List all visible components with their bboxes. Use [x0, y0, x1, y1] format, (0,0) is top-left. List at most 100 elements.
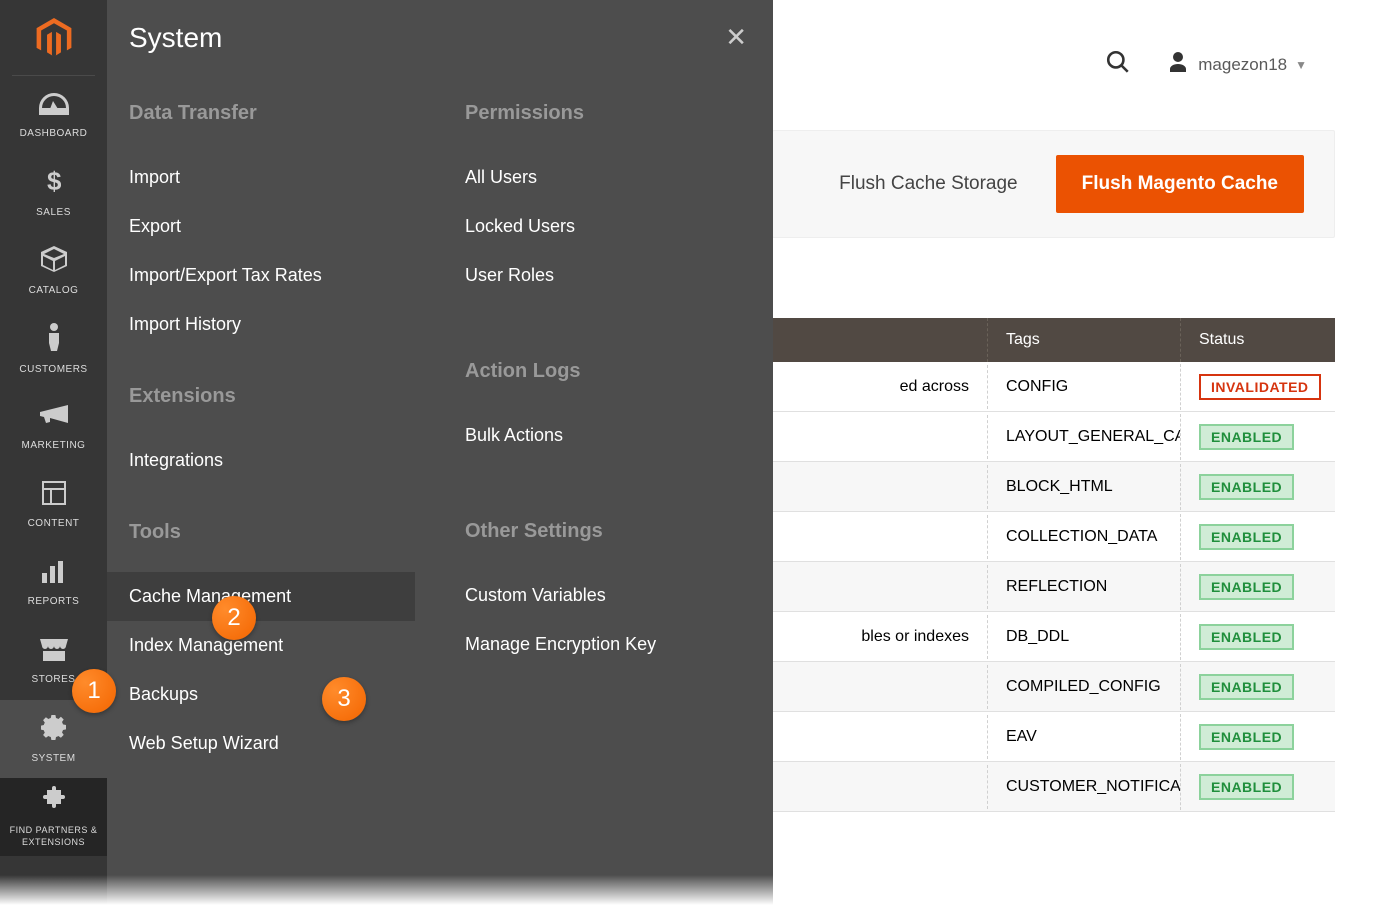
- search-icon[interactable]: [1105, 49, 1131, 82]
- link-backups[interactable]: Backups: [129, 670, 415, 719]
- svg-text:$: $: [47, 168, 61, 194]
- user-menu[interactable]: magezon18 ▼: [1166, 50, 1307, 80]
- cell-status: ENABLED: [1180, 664, 1335, 710]
- caret-down-icon: ▼: [1295, 58, 1307, 72]
- layout-icon: [42, 481, 66, 512]
- cell-desc: [772, 774, 987, 800]
- nav-label: CATALOG: [29, 285, 79, 296]
- status-badge: ENABLED: [1199, 624, 1294, 650]
- close-icon[interactable]: ✕: [721, 18, 751, 57]
- cell-tag: REFLECTION: [987, 565, 1180, 609]
- header-status[interactable]: Status: [1180, 318, 1335, 362]
- cell-status: ENABLED: [1180, 764, 1335, 810]
- nav-dashboard[interactable]: DASHBOARD: [0, 76, 107, 154]
- magento-logo[interactable]: [12, 0, 95, 76]
- nav-label: CUSTOMERS: [19, 364, 87, 375]
- cell-desc: [772, 474, 987, 500]
- link-import-export-tax[interactable]: Import/Export Tax Rates: [129, 251, 415, 300]
- cell-tag: EAV: [987, 715, 1180, 759]
- cell-tag: COLLECTION_DATA: [987, 515, 1180, 559]
- link-cache-management[interactable]: Cache Management: [107, 572, 415, 621]
- table-row[interactable]: CUSTOMER_NOTIFICATIONENABLED: [772, 762, 1335, 812]
- cell-desc: [772, 674, 987, 700]
- section-tools: Tools: [129, 521, 415, 544]
- flyout-title: System: [129, 22, 222, 54]
- table-row[interactable]: BLOCK_HTML ENABLED: [772, 462, 1335, 512]
- link-custom-variables[interactable]: Custom Variables: [465, 571, 751, 620]
- status-badge: ENABLED: [1199, 674, 1294, 700]
- nav-reports[interactable]: REPORTS: [0, 544, 107, 622]
- cell-status: ENABLED: [1180, 714, 1335, 760]
- nav-label: DASHBOARD: [20, 128, 88, 139]
- link-web-setup-wizard[interactable]: Web Setup Wizard: [129, 719, 415, 768]
- table-row[interactable]: EAVENABLED: [772, 712, 1335, 762]
- table-row[interactable]: COLLECTION_DATA ENABLED: [772, 512, 1335, 562]
- link-all-users[interactable]: All Users: [465, 153, 751, 202]
- section-action-logs: Action Logs: [465, 360, 751, 383]
- grid-header: Tags Status: [772, 318, 1335, 362]
- callout-1: 1: [72, 669, 116, 713]
- cell-desc: [772, 724, 987, 750]
- cell-desc: ed across: [772, 365, 987, 409]
- nav-label: CONTENT: [28, 518, 80, 529]
- link-user-roles[interactable]: User Roles: [465, 251, 751, 300]
- link-locked-users[interactable]: Locked Users: [465, 202, 751, 251]
- table-row[interactable]: COMPILED_CONFIG ENABLED: [772, 662, 1335, 712]
- status-badge: ENABLED: [1199, 474, 1294, 500]
- status-badge: ENABLED: [1199, 774, 1294, 800]
- link-import[interactable]: Import: [129, 153, 415, 202]
- nav-customers[interactable]: CUSTOMERS: [0, 310, 107, 388]
- cell-status: ENABLED: [1180, 514, 1335, 560]
- cell-desc: bles or indexes: [772, 615, 987, 659]
- cell-desc: [772, 574, 987, 600]
- cell-tag: COMPILED_CONFIG: [987, 665, 1180, 709]
- gear-icon: [41, 714, 67, 747]
- cell-status: ENABLED: [1180, 414, 1335, 460]
- nav-marketing[interactable]: MARKETING: [0, 388, 107, 466]
- cache-grid: Tags Status ed acrossCONFIG INVALIDATED LA…: [772, 318, 1335, 812]
- table-row[interactable]: LAYOUT_GENERAL_CACHE_TAGENABLED: [772, 412, 1335, 462]
- link-import-history[interactable]: Import History: [129, 300, 415, 349]
- table-row[interactable]: bles or indexesDB_DDLENABLED: [772, 612, 1335, 662]
- nav-find-partners[interactable]: FIND PARTNERS & EXTENSIONS: [0, 778, 107, 856]
- cell-status: ENABLED: [1180, 564, 1335, 610]
- dashboard-icon: [39, 91, 69, 122]
- cell-status: INVALIDATED: [1180, 364, 1335, 410]
- link-bulk-actions[interactable]: Bulk Actions: [465, 411, 751, 460]
- nav-content[interactable]: CONTENT: [0, 466, 107, 544]
- status-badge: ENABLED: [1199, 574, 1294, 600]
- nav-label: FIND PARTNERS & EXTENSIONS: [4, 825, 103, 848]
- link-integrations[interactable]: Integrations: [129, 436, 415, 485]
- cell-tag: BLOCK_HTML: [987, 465, 1180, 509]
- flush-magento-cache-button[interactable]: Flush Magento Cache: [1056, 155, 1304, 213]
- megaphone-icon: [40, 403, 68, 434]
- status-badge: ENABLED: [1199, 524, 1294, 550]
- system-flyout: System ✕ Data Transfer Import Export Imp…: [107, 0, 773, 905]
- table-row[interactable]: ed acrossCONFIG INVALIDATED: [772, 362, 1335, 412]
- nav-label: SALES: [36, 207, 71, 218]
- cell-tag: CONFIG: [987, 365, 1180, 409]
- section-permissions: Permissions: [465, 102, 751, 125]
- nav-sales[interactable]: $ SALES: [0, 154, 107, 232]
- flush-cache-storage-button[interactable]: Flush Cache Storage: [839, 173, 1018, 195]
- header-tags[interactable]: Tags: [987, 318, 1180, 362]
- chart-icon: [42, 559, 66, 590]
- puzzle-icon: [42, 785, 66, 819]
- status-badge: ENABLED: [1199, 424, 1294, 450]
- link-manage-encryption-key[interactable]: Manage Encryption Key: [465, 620, 751, 669]
- nav-label: STORES: [32, 674, 76, 685]
- box-icon: [41, 246, 67, 279]
- dollar-icon: $: [47, 168, 61, 201]
- table-row[interactable]: REFLECTION ENABLED: [772, 562, 1335, 612]
- username: magezon18: [1198, 55, 1287, 75]
- cell-status: ENABLED: [1180, 614, 1335, 660]
- status-badge: INVALIDATED: [1199, 374, 1321, 400]
- link-index-management[interactable]: Index Management: [129, 621, 415, 670]
- callout-2: 2: [212, 596, 256, 640]
- header-desc: [772, 318, 987, 362]
- person-icon: [47, 323, 61, 358]
- store-icon: [40, 637, 68, 668]
- nav-label: SYSTEM: [31, 753, 75, 764]
- link-export[interactable]: Export: [129, 202, 415, 251]
- nav-catalog[interactable]: CATALOG: [0, 232, 107, 310]
